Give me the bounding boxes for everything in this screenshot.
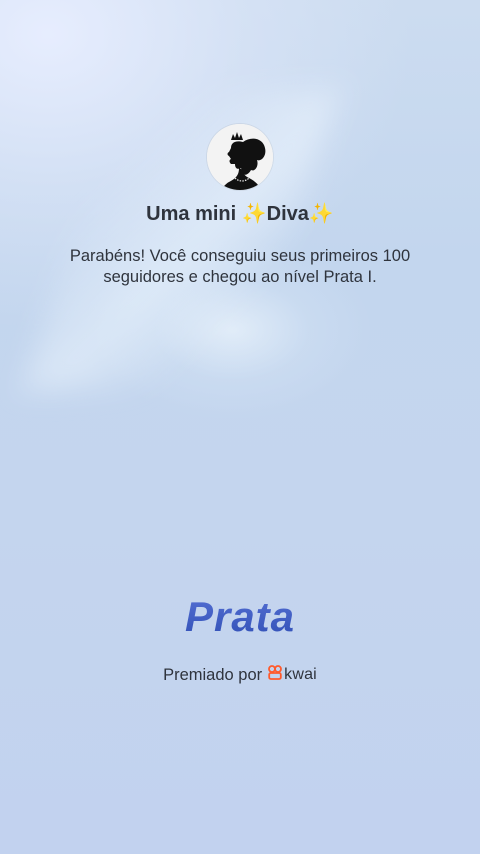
achievement-title: Uma mini ✨Diva✨ (146, 203, 334, 225)
princess-silhouette-icon (207, 124, 273, 190)
achievement-message: Parabéns! Você conseguiu seus primeiros … (60, 246, 420, 288)
achievement-message-line-1: Parabéns! Você conseguiu seus primeiros … (69, 247, 411, 265)
kwai-logo-icon (268, 664, 283, 686)
achievement-message-line-2: seguidores e chegou ao nível Prata I. (103, 268, 377, 286)
level-name: Prata (0, 592, 480, 642)
avatar (207, 124, 273, 190)
light-beam-decoration (21, 90, 339, 390)
awarded-by: Premiado por kwai (0, 664, 480, 686)
brand-name: kwai (284, 666, 317, 683)
awarded-by-label: Premiado por (163, 666, 263, 684)
brand: kwai (268, 664, 317, 686)
